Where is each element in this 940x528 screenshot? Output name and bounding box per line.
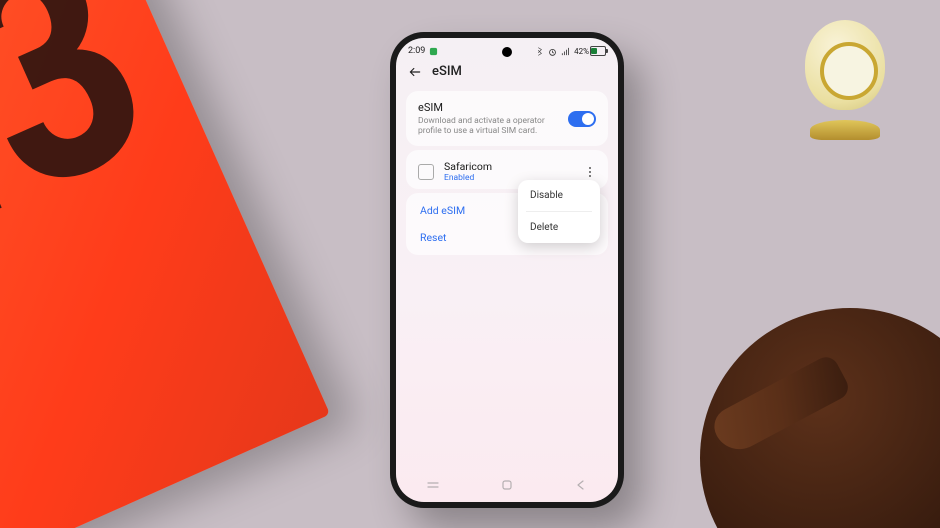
phone-screen: 2:09 42% eSIM — [396, 38, 618, 502]
box-numerals: 13 — [0, 0, 175, 320]
phone-frame: 2:09 42% eSIM — [390, 32, 624, 508]
product-box: 13 — [0, 0, 330, 528]
page-title: eSIM — [432, 64, 462, 79]
esim-toggle[interactable] — [568, 111, 596, 127]
sim-list-card: Safaricom Enabled Disable Delete — [406, 150, 608, 189]
sim-name: Safaricom — [444, 160, 574, 173]
menu-delete[interactable]: Delete — [518, 212, 600, 243]
esim-toggle-title: eSIM — [418, 101, 558, 114]
sim-icon — [418, 164, 434, 180]
navigation-bar — [396, 474, 618, 496]
battery-indicator: 42% — [574, 46, 606, 56]
app-indicator-icon — [429, 47, 438, 56]
signal-icon — [561, 47, 570, 56]
battery-text: 42% — [574, 47, 589, 56]
back-nav-icon[interactable] — [575, 479, 587, 491]
menu-disable[interactable]: Disable — [518, 180, 600, 211]
home-icon[interactable] — [501, 479, 513, 491]
scene: 13 2:09 42% — [0, 0, 940, 528]
esim-toggle-card: eSIM Download and activate a operator pr… — [406, 91, 608, 146]
camera-punch-hole — [502, 47, 512, 57]
recents-icon[interactable] — [427, 479, 439, 491]
bluetooth-icon — [535, 47, 544, 56]
back-icon[interactable] — [408, 65, 422, 79]
status-time: 2:09 — [408, 46, 425, 56]
page-header: eSIM — [396, 58, 618, 87]
esim-toggle-subtitle: Download and activate a operator profile… — [418, 116, 558, 136]
desk-clock — [800, 20, 890, 140]
hand — [680, 268, 940, 528]
battery-fill — [591, 48, 597, 54]
sim-context-menu: Disable Delete — [518, 180, 600, 243]
alarm-icon — [548, 47, 557, 56]
more-icon[interactable] — [584, 167, 596, 177]
